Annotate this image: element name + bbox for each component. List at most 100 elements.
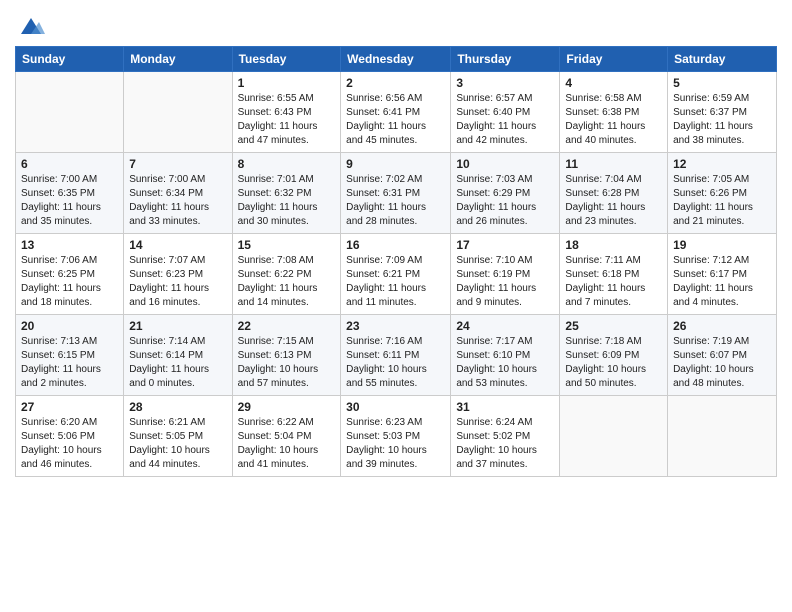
col-saturday: Saturday: [668, 47, 777, 72]
day-info: Sunrise: 6:22 AMSunset: 5:04 PMDaylight:…: [238, 416, 336, 472]
calendar-cell: 13 Sunrise: 7:06 AMSunset: 6:25 PMDayligh…: [16, 234, 124, 315]
day-info: Sunrise: 7:08 AMSunset: 6:22 PMDaylight:…: [238, 254, 336, 310]
day-info: Sunrise: 7:18 AMSunset: 6:09 PMDaylight:…: [565, 335, 662, 391]
day-info: Sunrise: 7:10 AMSunset: 6:19 PMDaylight:…: [456, 254, 554, 310]
day-number: 1: [238, 76, 336, 90]
calendar-cell: [668, 396, 777, 477]
day-number: 21: [129, 319, 226, 333]
day-info: Sunrise: 7:04 AMSunset: 6:28 PMDaylight:…: [565, 173, 662, 229]
calendar-cell: 23 Sunrise: 7:16 AMSunset: 6:11 PMDayligh…: [341, 315, 451, 396]
day-number: 19: [673, 238, 771, 252]
calendar-cell: 29 Sunrise: 6:22 AMSunset: 5:04 PMDayligh…: [232, 396, 341, 477]
calendar-cell: 27 Sunrise: 6:20 AMSunset: 5:06 PMDayligh…: [16, 396, 124, 477]
day-number: 6: [21, 157, 118, 171]
day-number: 15: [238, 238, 336, 252]
day-info: Sunrise: 7:19 AMSunset: 6:07 PMDaylight:…: [673, 335, 771, 391]
day-number: 28: [129, 400, 226, 414]
day-number: 4: [565, 76, 662, 90]
day-number: 18: [565, 238, 662, 252]
calendar-header-row: Sunday Monday Tuesday Wednesday Thursday…: [16, 47, 777, 72]
day-number: 23: [346, 319, 445, 333]
day-number: 25: [565, 319, 662, 333]
calendar-cell: 16Sunrise: 7:09 AMSunset: 6:21 PMDayligh…: [341, 234, 451, 315]
day-info: Sunrise: 6:24 AMSunset: 5:02 PMDaylight:…: [456, 416, 554, 472]
day-info: Sunrise: 6:55 AMSunset: 6:43 PMDaylight:…: [238, 92, 336, 148]
calendar-cell: 14Sunrise: 7:07 AMSunset: 6:23 PMDayligh…: [124, 234, 232, 315]
day-number: 12: [673, 157, 771, 171]
col-thursday: Thursday: [451, 47, 560, 72]
day-info: Sunrise: 7:00 AMSunset: 6:34 PMDaylight:…: [129, 173, 226, 229]
day-info: Sunrise: 7:02 AMSunset: 6:31 PMDaylight:…: [346, 173, 445, 229]
day-number: 7: [129, 157, 226, 171]
day-info: Sunrise: 6:21 AMSunset: 5:05 PMDaylight:…: [129, 416, 226, 472]
calendar-cell: 7 Sunrise: 7:00 AMSunset: 6:34 PMDaylight…: [124, 153, 232, 234]
calendar-cell: 3 Sunrise: 6:57 AMSunset: 6:40 PMDaylight…: [451, 72, 560, 153]
day-info: Sunrise: 6:56 AMSunset: 6:41 PMDaylight:…: [346, 92, 445, 148]
calendar-cell: 15 Sunrise: 7:08 AMSunset: 6:22 PMDayligh…: [232, 234, 341, 315]
day-number: 17: [456, 238, 554, 252]
col-friday: Friday: [560, 47, 668, 72]
day-number: 16: [346, 238, 445, 252]
page: Sunday Monday Tuesday Wednesday Thursday…: [0, 0, 792, 612]
day-info: Sunrise: 7:12 AMSunset: 6:17 PMDaylight:…: [673, 254, 771, 310]
col-tuesday: Tuesday: [232, 47, 341, 72]
day-number: 20: [21, 319, 118, 333]
day-number: 5: [673, 76, 771, 90]
day-info: Sunrise: 7:05 AMSunset: 6:26 PMDaylight:…: [673, 173, 771, 229]
calendar-cell: 17 Sunrise: 7:10 AMSunset: 6:19 PMDayligh…: [451, 234, 560, 315]
day-info: Sunrise: 7:00 AMSunset: 6:35 PMDaylight:…: [21, 173, 118, 229]
day-info: Sunrise: 6:57 AMSunset: 6:40 PMDaylight:…: [456, 92, 554, 148]
day-number: 3: [456, 76, 554, 90]
day-number: 2: [346, 76, 445, 90]
calendar-cell: 24 Sunrise: 7:17 AMSunset: 6:10 PMDayligh…: [451, 315, 560, 396]
calendar-cell: 12 Sunrise: 7:05 AMSunset: 6:26 PMDayligh…: [668, 153, 777, 234]
calendar-cell: 9 Sunrise: 7:02 AMSunset: 6:31 PMDaylight…: [341, 153, 451, 234]
calendar-cell: 20 Sunrise: 7:13 AMSunset: 6:15 PMDayligh…: [16, 315, 124, 396]
calendar-cell: 21 Sunrise: 7:14 AMSunset: 6:14 PMDayligh…: [124, 315, 232, 396]
day-number: 27: [21, 400, 118, 414]
calendar-cell: 4 Sunrise: 6:58 AMSunset: 6:38 PMDaylight…: [560, 72, 668, 153]
calendar-cell: 25 Sunrise: 7:18 AMSunset: 6:09 PMDayligh…: [560, 315, 668, 396]
calendar-week-row: 1 Sunrise: 6:55 AMSunset: 6:43 PMDaylight…: [16, 72, 777, 153]
calendar-cell: 22 Sunrise: 7:15 AMSunset: 6:13 PMDayligh…: [232, 315, 341, 396]
day-info: Sunrise: 7:03 AMSunset: 6:29 PMDaylight:…: [456, 173, 554, 229]
day-number: 9: [346, 157, 445, 171]
day-info: Sunrise: 7:11 AMSunset: 6:18 PMDaylight:…: [565, 254, 662, 310]
calendar-cell: 18 Sunrise: 7:11 AMSunset: 6:18 PMDayligh…: [560, 234, 668, 315]
calendar-cell: 28 Sunrise: 6:21 AMSunset: 5:05 PMDayligh…: [124, 396, 232, 477]
col-wednesday: Wednesday: [341, 47, 451, 72]
day-number: 13: [21, 238, 118, 252]
day-info: Sunrise: 7:01 AMSunset: 6:32 PMDaylight:…: [238, 173, 336, 229]
calendar-cell: 31 Sunrise: 6:24 AMSunset: 5:02 PMDayligh…: [451, 396, 560, 477]
calendar-cell: [124, 72, 232, 153]
day-info: Sunrise: 6:23 AMSunset: 5:03 PMDaylight:…: [346, 416, 445, 472]
day-number: 30: [346, 400, 445, 414]
calendar-cell: 8 Sunrise: 7:01 AMSunset: 6:32 PMDaylight…: [232, 153, 341, 234]
calendar-cell: 6 Sunrise: 7:00 AMSunset: 6:35 PMDaylight…: [16, 153, 124, 234]
day-number: 8: [238, 157, 336, 171]
day-info: Sunrise: 7:15 AMSunset: 6:13 PMDaylight:…: [238, 335, 336, 391]
day-number: 22: [238, 319, 336, 333]
day-info: Sunrise: 6:58 AMSunset: 6:38 PMDaylight:…: [565, 92, 662, 148]
logo-icon: [17, 10, 45, 38]
day-info: Sunrise: 7:14 AMSunset: 6:14 PMDaylight:…: [129, 335, 226, 391]
calendar-week-row: 6 Sunrise: 7:00 AMSunset: 6:35 PMDaylight…: [16, 153, 777, 234]
calendar-cell: 10Sunrise: 7:03 AMSunset: 6:29 PMDayligh…: [451, 153, 560, 234]
day-info: Sunrise: 7:16 AMSunset: 6:11 PMDaylight:…: [346, 335, 445, 391]
day-number: 11: [565, 157, 662, 171]
day-info: Sunrise: 6:20 AMSunset: 5:06 PMDaylight:…: [21, 416, 118, 472]
calendar-cell: 1 Sunrise: 6:55 AMSunset: 6:43 PMDaylight…: [232, 72, 341, 153]
calendar-cell: [16, 72, 124, 153]
day-info: Sunrise: 7:17 AMSunset: 6:10 PMDaylight:…: [456, 335, 554, 391]
day-info: Sunrise: 7:06 AMSunset: 6:25 PMDaylight:…: [21, 254, 118, 310]
day-info: Sunrise: 7:13 AMSunset: 6:15 PMDaylight:…: [21, 335, 118, 391]
day-info: Sunrise: 7:07 AMSunset: 6:23 PMDaylight:…: [129, 254, 226, 310]
header: [15, 10, 777, 38]
day-info: Sunrise: 6:59 AMSunset: 6:37 PMDaylight:…: [673, 92, 771, 148]
day-number: 24: [456, 319, 554, 333]
col-sunday: Sunday: [16, 47, 124, 72]
calendar-cell: 26Sunrise: 7:19 AMSunset: 6:07 PMDayligh…: [668, 315, 777, 396]
day-number: 31: [456, 400, 554, 414]
day-number: 29: [238, 400, 336, 414]
col-monday: Monday: [124, 47, 232, 72]
